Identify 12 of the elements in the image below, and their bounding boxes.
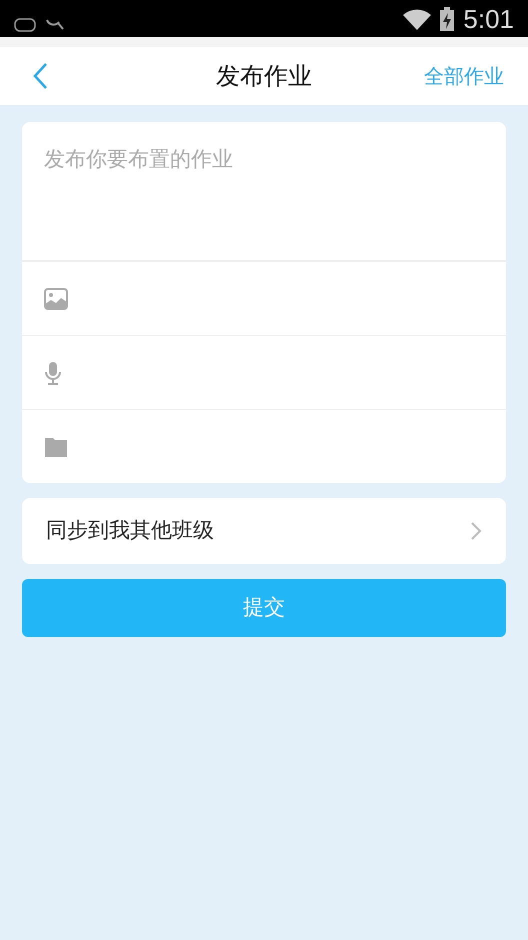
clock-time: 5:01 bbox=[463, 6, 514, 32]
page-title: 发布作业 bbox=[216, 61, 312, 92]
folder-icon[interactable] bbox=[44, 436, 68, 458]
chevron-icon bbox=[470, 521, 482, 541]
submit-button[interactable]: 提交 bbox=[22, 579, 506, 637]
image-icon[interactable] bbox=[44, 288, 68, 310]
battery-icon bbox=[439, 6, 456, 30]
all-homework-link[interactable]: 全部作业 bbox=[424, 61, 504, 91]
wifi-icon bbox=[403, 8, 432, 30]
microphone-icon[interactable] bbox=[44, 360, 62, 384]
homework-input[interactable]: 发布你要布置的作业 bbox=[22, 122, 506, 261]
sync-classes-item[interactable]: 同步到我其他班级 bbox=[22, 498, 506, 564]
